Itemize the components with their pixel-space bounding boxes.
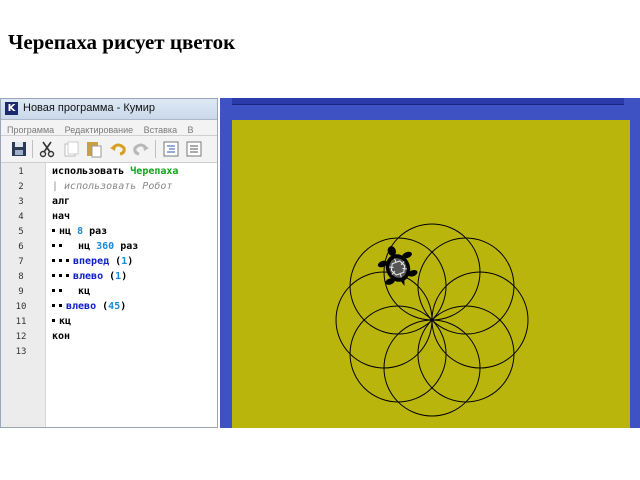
indent-dot bbox=[52, 228, 55, 232]
code-line-4: нач bbox=[52, 211, 71, 222]
turtle-field[interactable] bbox=[232, 120, 630, 428]
turtle-icon bbox=[377, 246, 418, 286]
code-line-10: влево (45) bbox=[52, 301, 126, 312]
line-number: 8 bbox=[18, 272, 24, 282]
undo-icon[interactable] bbox=[108, 139, 128, 159]
code-line-3: алг bbox=[52, 196, 71, 207]
flower-drawing bbox=[335, 223, 529, 417]
keyword: кц bbox=[78, 286, 91, 297]
code-line-2: | использовать Робот bbox=[52, 181, 173, 192]
window-titlebar[interactable]: K Новая программа - Кумир bbox=[1, 99, 217, 120]
line-number: 13 bbox=[15, 347, 27, 357]
indent-dot bbox=[66, 258, 69, 262]
menu-program[interactable]: Программа bbox=[7, 123, 54, 135]
number-literal: 360 bbox=[96, 241, 115, 252]
code-line-5: нц 8 раз bbox=[52, 226, 107, 237]
number-literal: 8 bbox=[77, 226, 84, 237]
code-line-7: вперед (1) bbox=[52, 256, 133, 267]
code-line-6: нц 360 раз bbox=[52, 241, 138, 252]
toolbar-separator bbox=[32, 140, 33, 158]
drawing-field-frame bbox=[220, 98, 640, 428]
keyword: раз bbox=[89, 226, 108, 237]
paren: ) bbox=[120, 301, 127, 312]
copy-icon[interactable] bbox=[61, 139, 81, 159]
indent-dot bbox=[52, 303, 55, 307]
window-title: Новая программа - Кумир bbox=[23, 102, 155, 114]
indent-dot bbox=[59, 288, 62, 292]
keyword: раз bbox=[120, 241, 139, 252]
command: вперед bbox=[73, 256, 110, 267]
indent-icon[interactable] bbox=[161, 139, 181, 159]
line-number: 5 bbox=[18, 227, 24, 237]
keyword: кц bbox=[59, 316, 72, 327]
code-line-11: кц bbox=[52, 316, 71, 327]
toolbar-separator bbox=[155, 140, 156, 158]
indent-dot bbox=[66, 273, 69, 277]
menu-edit[interactable]: Редактирование bbox=[65, 123, 134, 135]
redo-icon[interactable] bbox=[131, 139, 151, 159]
paste-icon[interactable] bbox=[84, 139, 104, 159]
line-number: 2 bbox=[18, 182, 24, 192]
line-number: 4 bbox=[18, 212, 24, 222]
menu-bar: Программа Редактирование Вставка В bbox=[1, 120, 217, 136]
line-number: 10 bbox=[15, 302, 27, 312]
keyword: использовать bbox=[52, 166, 125, 177]
cut-icon[interactable] bbox=[37, 139, 57, 159]
code-editor[interactable]: использовать Черепаха | использовать Роб… bbox=[46, 163, 217, 427]
kumir-app-icon: K bbox=[5, 102, 18, 115]
indent-dot bbox=[59, 273, 62, 277]
keyword: нц bbox=[59, 226, 72, 237]
code-line-1: использовать Черепаха bbox=[52, 166, 178, 177]
indent-dot bbox=[59, 243, 62, 247]
indent-dot bbox=[59, 258, 62, 262]
paren: ) bbox=[121, 271, 128, 282]
kumir-window: K Новая программа - Кумир Программа Реда… bbox=[0, 98, 218, 428]
command: влево bbox=[73, 271, 104, 282]
code-line-8: влево (1) bbox=[52, 271, 127, 282]
code-line-9: кц bbox=[52, 286, 90, 297]
number-literal: 45 bbox=[108, 301, 121, 312]
slide-title: Черепаха рисует цветок bbox=[8, 30, 236, 54]
code-line-12: кон bbox=[52, 331, 71, 342]
indent-dot bbox=[52, 273, 55, 277]
paren: ) bbox=[127, 256, 134, 267]
line-number: 9 bbox=[18, 287, 24, 297]
indent-dot bbox=[52, 318, 55, 322]
flower-petals bbox=[335, 223, 529, 417]
list-icon[interactable] bbox=[184, 139, 204, 159]
executor-name: Черепаха bbox=[130, 166, 179, 177]
line-number: 1 bbox=[18, 167, 24, 177]
line-number: 12 bbox=[15, 332, 27, 342]
menu-insert[interactable]: Вставка bbox=[144, 123, 177, 135]
line-number: 6 bbox=[18, 242, 24, 252]
line-number: 7 bbox=[18, 257, 24, 267]
command: влево bbox=[66, 301, 97, 312]
line-number: 11 bbox=[15, 317, 27, 327]
menu-more[interactable]: В bbox=[188, 123, 194, 135]
keyword: нц bbox=[78, 241, 91, 252]
line-number-gutter: 1 2 3 4 5 6 7 8 9 10 11 12 13 bbox=[1, 163, 46, 427]
indent-dot bbox=[52, 288, 55, 292]
flower-petal-circle bbox=[431, 271, 529, 369]
save-icon[interactable] bbox=[9, 139, 29, 159]
toolbar bbox=[1, 136, 217, 163]
indent-dot bbox=[59, 303, 62, 307]
line-number: 3 bbox=[18, 197, 24, 207]
indent-dot bbox=[52, 258, 55, 262]
field-window-bar bbox=[232, 98, 624, 105]
indent-dot bbox=[52, 243, 55, 247]
